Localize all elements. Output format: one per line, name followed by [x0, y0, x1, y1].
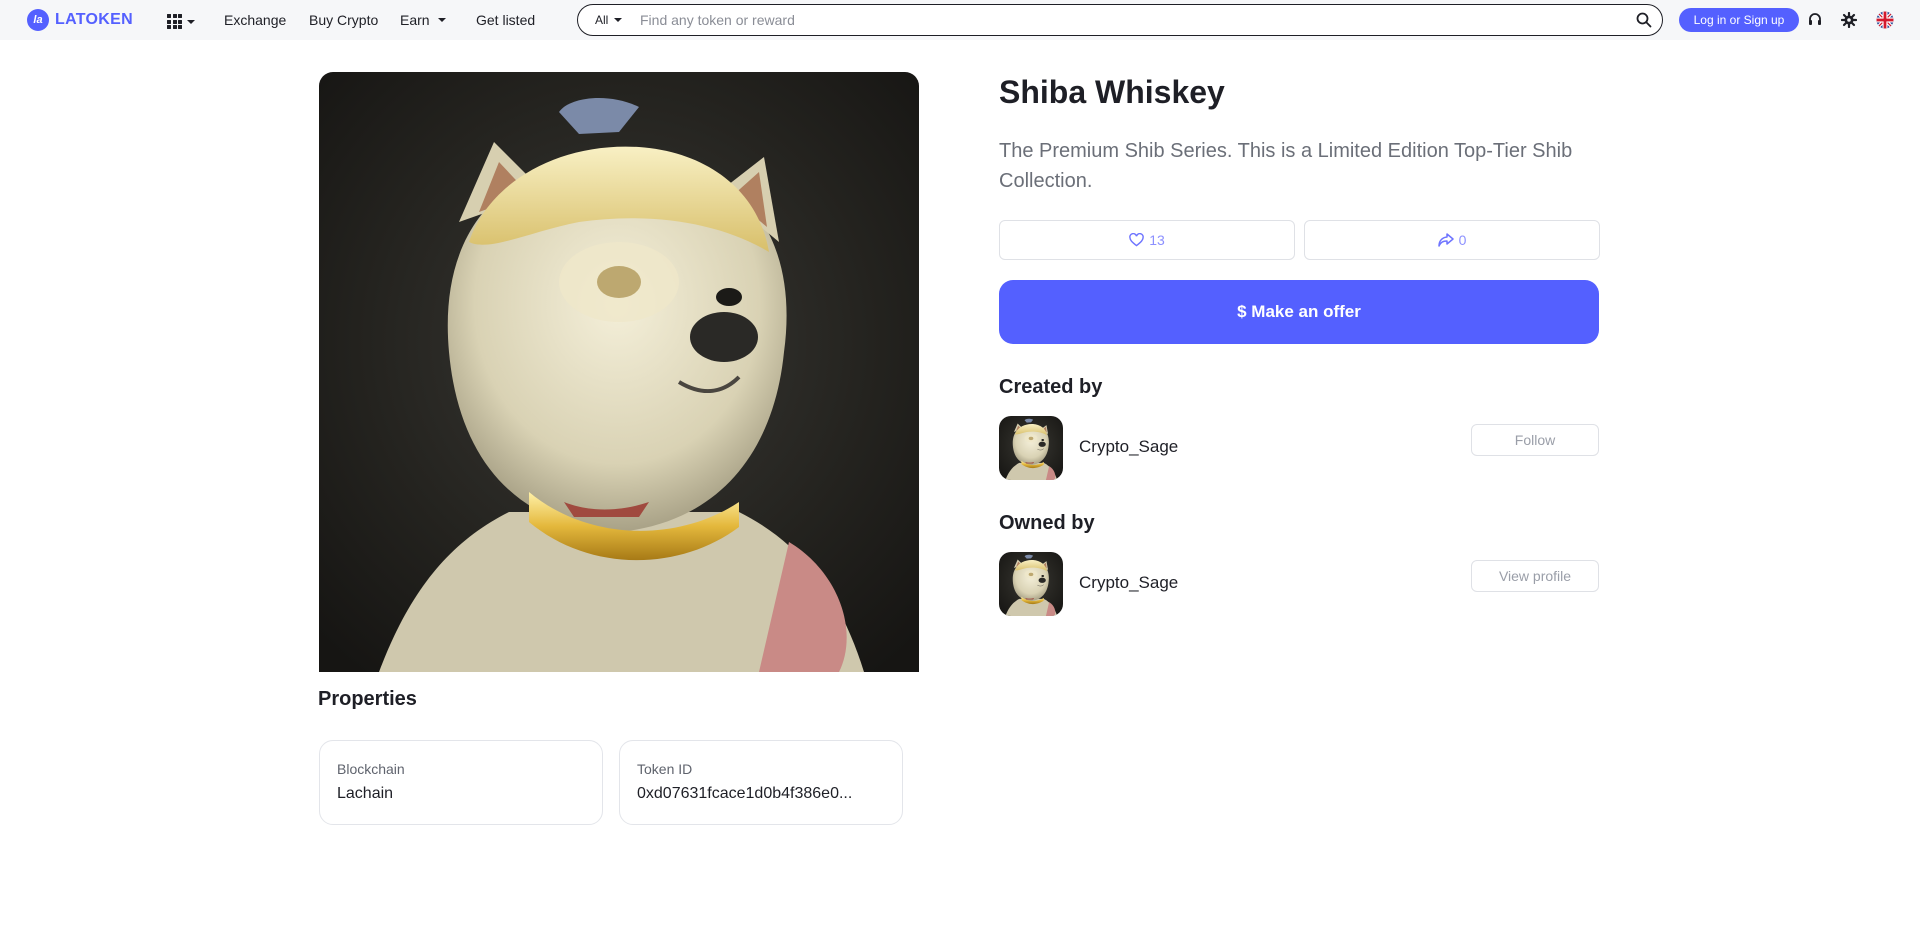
login-signup-button[interactable]: Log in or Sign up [1679, 8, 1799, 32]
chevron-down-icon [187, 19, 195, 24]
search-input[interactable] [640, 12, 1626, 28]
nav-link-earn[interactable]: Earn [400, 12, 446, 28]
search-button[interactable] [1626, 6, 1662, 34]
property-value: Lachain [337, 785, 394, 802]
nav-link-buy-crypto[interactable]: Buy Crypto [309, 12, 378, 28]
like-count: 13 [1149, 232, 1165, 248]
nav-link-get-listed[interactable]: Get listed [476, 12, 535, 28]
owner-name[interactable]: Crypto_Sage [1079, 573, 1178, 593]
nft-description: The Premium Shib Series. This is a Limit… [999, 140, 1573, 192]
latoken-logo[interactable]: la LATOKEN [27, 9, 133, 31]
latoken-logo-icon: la [27, 9, 49, 31]
property-label: Token ID [637, 761, 693, 777]
chevron-down-icon [614, 18, 623, 22]
nav-link-earn-label: Earn [400, 12, 430, 28]
chevron-down-icon [437, 18, 446, 22]
search-bar: All [577, 4, 1663, 36]
search-icon [1636, 12, 1652, 28]
owner-avatar[interactable] [999, 552, 1063, 616]
owned-by-heading: Owned by [999, 512, 1095, 534]
brand-name: LATOKEN [55, 11, 133, 28]
apps-menu-button[interactable] [167, 14, 195, 29]
heart-icon [1129, 233, 1144, 247]
creator-avatar[interactable] [999, 416, 1063, 480]
property-label: Blockchain [337, 761, 405, 777]
search-category-select[interactable]: All [578, 13, 640, 27]
nav-link-exchange[interactable]: Exchange [224, 12, 286, 28]
nft-title: Shiba Whiskey [999, 74, 1225, 110]
settings-icon[interactable] [1840, 11, 1858, 29]
nft-image[interactable] [319, 72, 919, 672]
top-navigation: la LATOKEN Exchange Buy Crypto Earn Get … [0, 0, 1920, 40]
properties-heading: Properties [318, 688, 417, 710]
search-category-label: All [595, 13, 609, 27]
grid-icon [167, 14, 182, 29]
share-count: 0 [1458, 232, 1467, 248]
share-icon [1437, 233, 1454, 247]
property-card-token-id: Token ID 0xd07631fcace1d0b4f386e0... [619, 740, 903, 825]
property-value: 0xd07631fcace1d0b4f386e0... [637, 785, 853, 802]
created-by-heading: Created by [999, 376, 1103, 398]
like-button[interactable]: 13 [999, 220, 1295, 260]
share-button[interactable]: 0 [1304, 220, 1600, 260]
creator-name[interactable]: Crypto_Sage [1079, 437, 1178, 457]
support-icon[interactable] [1806, 11, 1824, 29]
make-offer-button[interactable]: $ Make an offer [999, 280, 1599, 344]
view-profile-button[interactable]: View profile [1471, 560, 1599, 592]
uk-flag-icon[interactable] [1876, 11, 1894, 29]
follow-button[interactable]: Follow [1471, 424, 1599, 456]
property-card-blockchain: Blockchain Lachain [319, 740, 603, 825]
